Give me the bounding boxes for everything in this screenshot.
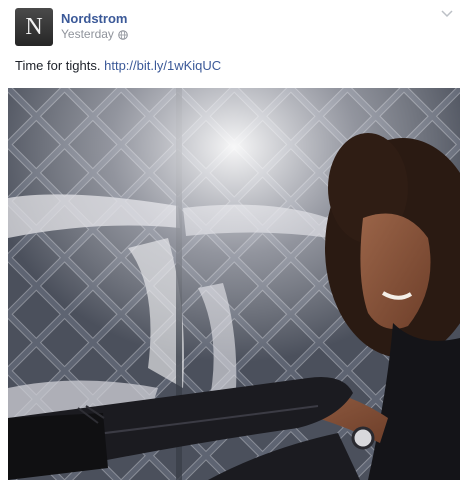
post-timestamp[interactable]: Yesterday [61,27,114,41]
page-name-link[interactable]: Nordstrom [61,11,127,26]
post-meta: Yesterday [61,27,128,41]
avatar-letter: N [25,14,43,40]
facebook-post: N Nordstrom Yesterday Time for tights. h… [0,0,466,488]
page-avatar[interactable]: N [15,8,53,46]
caption-text: Time for tights. [15,58,105,73]
chevron-down-icon[interactable] [440,7,454,21]
post-photo[interactable] [8,88,460,480]
post-caption: Time for tights. http://bit.ly/1wKiqUC [15,58,221,73]
caption-link[interactable]: http://bit.ly/1wKiqUC [104,58,221,73]
globe-icon [118,29,128,40]
